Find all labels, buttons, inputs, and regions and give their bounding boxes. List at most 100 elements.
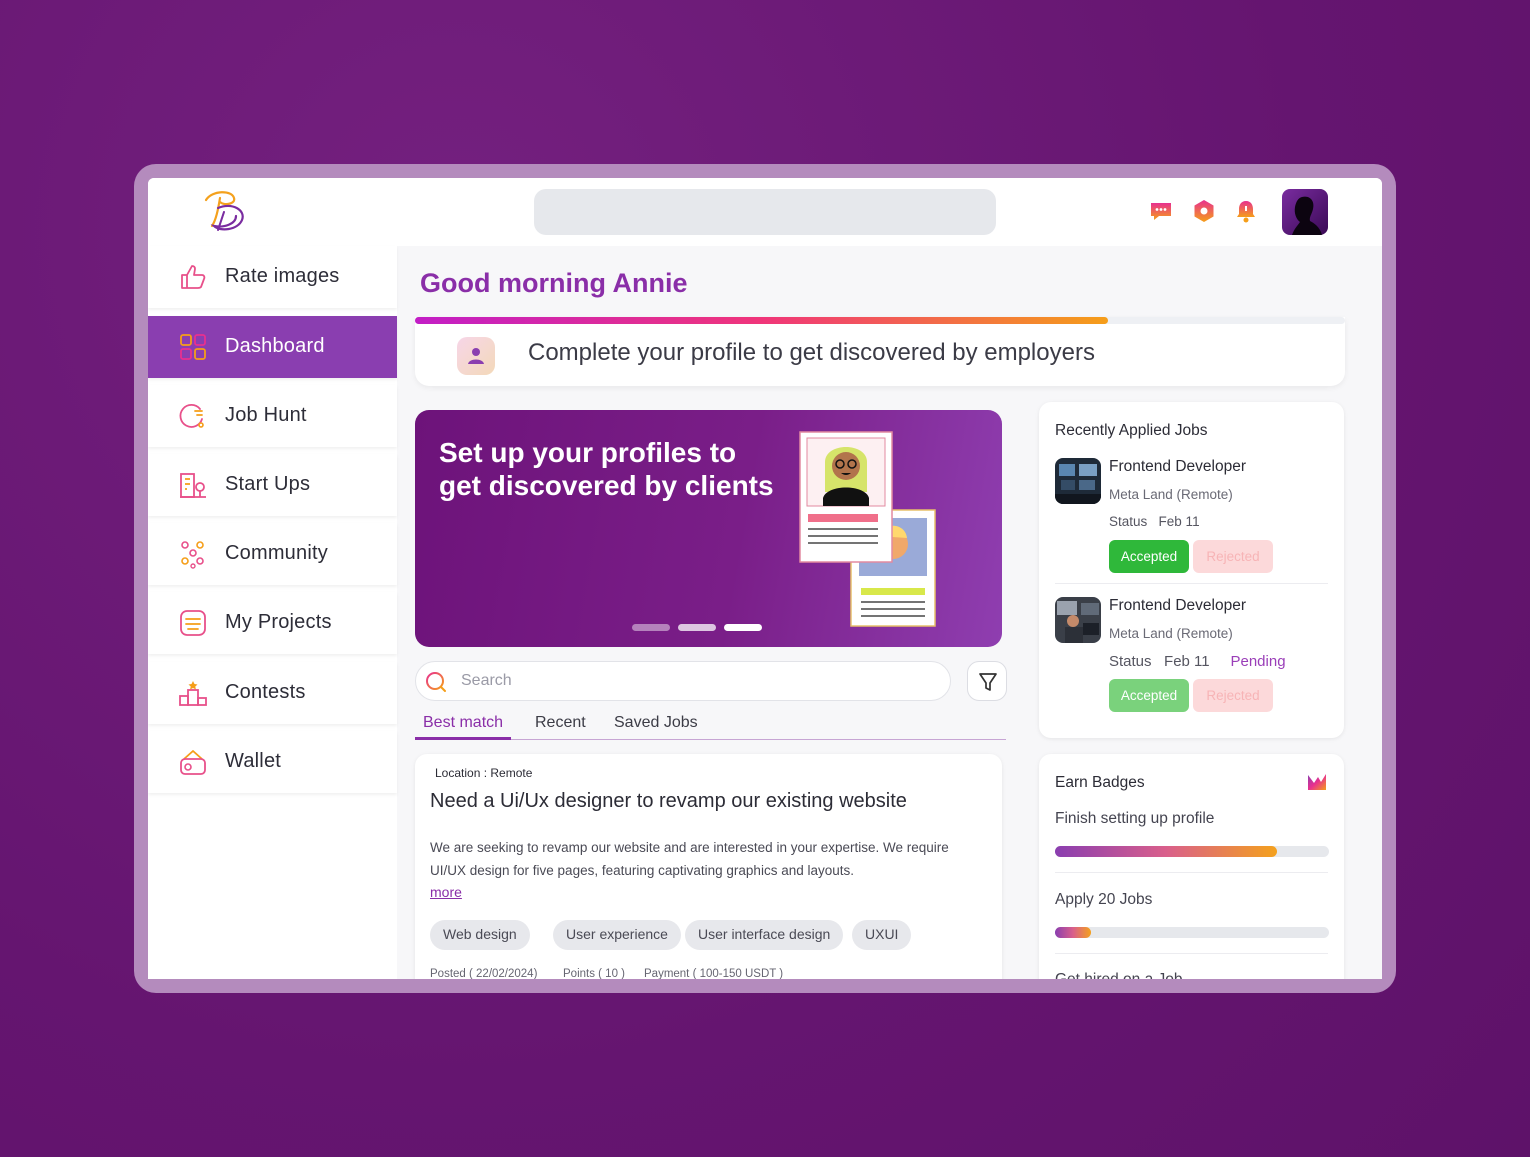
filter-icon xyxy=(979,673,997,691)
wallet-icon xyxy=(180,750,206,775)
recent-job-item[interactable]: Frontend Developer Meta Land (Remote) St… xyxy=(1039,597,1344,727)
sidebar-item-contests[interactable]: Contests xyxy=(148,662,397,724)
status-label: Status xyxy=(1109,653,1152,670)
divider xyxy=(1055,872,1328,873)
sidebar-item-label: Job Hunt xyxy=(225,404,307,426)
sidebar-item-label: Community xyxy=(225,542,328,564)
job-hunt-icon xyxy=(179,404,204,428)
badge-progress-track xyxy=(1055,927,1329,938)
banner-title: Set up your profiles to get discovered b… xyxy=(439,437,774,501)
office-image-icon xyxy=(1055,597,1101,643)
rejected-button[interactable]: Rejected xyxy=(1193,679,1273,712)
recent-job-item[interactable]: Frontend Developer Meta Land (Remote) St… xyxy=(1039,458,1344,588)
sidebar-item-my-projects[interactable]: My Projects xyxy=(148,592,397,654)
tag-chip[interactable]: UXUI xyxy=(852,920,912,950)
divider xyxy=(1055,583,1328,584)
search-placeholder: Search xyxy=(461,672,512,689)
sidebar-item-community[interactable]: Community xyxy=(148,523,397,585)
carousel-dot[interactable] xyxy=(678,624,716,631)
profile-progress-fill xyxy=(415,317,1108,324)
recent-job-status: Status Feb 11 xyxy=(1109,514,1200,529)
dashboard-icon xyxy=(180,334,206,360)
job-location: Location : Remote xyxy=(435,766,533,780)
badge-icon[interactable] xyxy=(1307,773,1327,791)
tag-chip[interactable]: Web design xyxy=(430,920,530,950)
sidebar-item-rate-images[interactable]: Rate images xyxy=(148,246,397,308)
greeting-title: Good morning Annie xyxy=(420,268,688,298)
user-icon xyxy=(468,348,484,364)
carousel-dot[interactable] xyxy=(632,624,670,631)
sidebar-item-label: Wallet xyxy=(225,750,282,772)
sidebar-item-label: Start Ups xyxy=(225,473,311,495)
sidebar-item-start-ups[interactable]: Start Ups xyxy=(148,454,397,516)
promo-banner[interactable]: Set up your profiles to get discovered b… xyxy=(415,410,1002,647)
job-points: Points ( 10 ) xyxy=(563,968,625,979)
app-window: Rate images Dashboard Job Hunt Start Ups… xyxy=(148,178,1382,979)
more-link[interactable]: more xyxy=(430,884,462,900)
tab-saved-jobs[interactable]: Saved Jobs xyxy=(606,714,706,740)
job-thumbnail xyxy=(1055,458,1101,504)
podium-icon xyxy=(179,681,207,706)
user-silhouette-icon xyxy=(1292,196,1322,235)
profile-completion-card[interactable]: Complete your profile to get discovered … xyxy=(415,317,1345,386)
job-description: We are seeking to revamp our website and… xyxy=(430,840,949,878)
divider xyxy=(1055,953,1328,954)
bell-icon[interactable] xyxy=(1233,198,1259,224)
accepted-button[interactable]: Accepted xyxy=(1109,540,1189,573)
office-image-icon xyxy=(1055,458,1101,504)
rejected-button[interactable]: Rejected xyxy=(1193,540,1273,573)
thumbs-up-icon xyxy=(181,265,206,289)
community-icon xyxy=(181,541,204,569)
profile-progress-bar xyxy=(415,317,1345,324)
badges-title: Earn Badges xyxy=(1055,774,1145,791)
building-icon xyxy=(180,473,206,498)
recently-applied-card: Recently Applied Jobs Frontend Developer… xyxy=(1039,402,1344,738)
recent-job-title: Frontend Developer xyxy=(1109,458,1246,475)
recent-job-company: Meta Land (Remote) xyxy=(1109,487,1233,502)
tab-recent[interactable]: Recent xyxy=(527,714,594,740)
status-date: Feb 11 xyxy=(1158,514,1200,529)
job-title[interactable]: Need a Ui/Ux designer to revamp our exis… xyxy=(430,790,907,813)
recent-jobs-title: Recently Applied Jobs xyxy=(1055,422,1208,439)
filter-button[interactable] xyxy=(967,661,1007,701)
recent-job-status: Status Feb 11 Pending xyxy=(1109,653,1286,670)
status-pending: Pending xyxy=(1230,653,1286,670)
hexagon-icon[interactable] xyxy=(1191,198,1217,224)
job-tabs: Best match Recent Saved Jobs xyxy=(415,714,1006,740)
profile-cards-illustration xyxy=(799,431,936,627)
tab-best-match[interactable]: Best match xyxy=(415,714,512,740)
tag-chip[interactable]: User interface design xyxy=(685,920,844,950)
avatar[interactable] xyxy=(1282,189,1328,235)
top-bar xyxy=(148,178,1382,246)
profile-icon-box xyxy=(457,337,495,375)
sidebar: Rate images Dashboard Job Hunt Start Ups… xyxy=(148,246,397,979)
job-card[interactable]: Location : Remote Need a Ui/Ux designer … xyxy=(415,754,1002,979)
chat-icon[interactable] xyxy=(1148,198,1174,224)
sidebar-item-wallet[interactable]: Wallet xyxy=(148,731,397,793)
profile-prompt: Complete your profile to get discovered … xyxy=(528,339,1095,366)
badge-label: Get hired on a Job xyxy=(1055,971,1183,979)
recent-job-company: Meta Land (Remote) xyxy=(1109,626,1233,641)
sidebar-item-dashboard[interactable]: Dashboard xyxy=(148,316,397,378)
sidebar-item-job-hunt[interactable]: Job Hunt xyxy=(148,385,397,447)
tag-chip[interactable]: User experience xyxy=(553,920,681,950)
top-search-input[interactable] xyxy=(534,189,996,235)
status-date: Feb 11 xyxy=(1164,653,1210,670)
status-label: Status xyxy=(1109,514,1148,529)
sidebar-item-label: Contests xyxy=(225,681,306,703)
sidebar-item-label: Rate images xyxy=(225,265,340,287)
badge-progress-track xyxy=(1055,846,1329,857)
badge-progress-fill xyxy=(1055,846,1277,857)
logo-icon[interactable] xyxy=(198,186,250,234)
job-posted: Posted ( 22/02/2024) xyxy=(430,968,538,979)
sidebar-item-label: Dashboard xyxy=(225,335,325,357)
earn-badges-card: Earn Badges Finish setting up profile Ap… xyxy=(1039,754,1344,979)
accepted-button[interactable]: Accepted xyxy=(1109,679,1189,712)
search-icon xyxy=(426,672,446,692)
badge-label: Finish setting up profile xyxy=(1055,810,1215,827)
job-search-input[interactable]: Search xyxy=(415,661,951,701)
carousel-dot-active[interactable] xyxy=(724,624,762,631)
job-thumbnail xyxy=(1055,597,1101,643)
sidebar-item-label: My Projects xyxy=(225,611,332,633)
badge-progress-fill xyxy=(1055,927,1091,938)
